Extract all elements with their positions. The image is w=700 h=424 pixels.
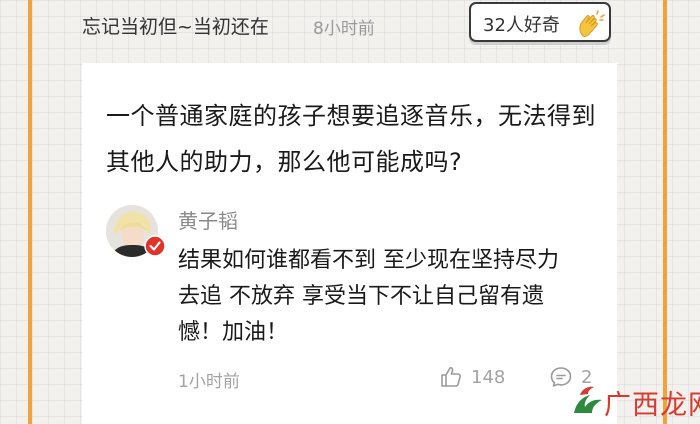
site-watermark: 广西龙网 [570,381,700,421]
curious-count-label: 32人好奇 [483,15,560,36]
frame-right-border [663,0,667,424]
question-text[interactable]: 一个普通家庭的孩子想要追逐音乐，无法得到其他人的助力，那么他可能成吗? [106,93,606,185]
answer-text: 结果如何谁都看不到 至少现在坚持尽力去追 不放弃 享受当下不让自己留有遗憾！加油… [178,248,559,345]
dragon-logo-icon [574,386,602,413]
clapping-hands-icon [579,10,605,37]
like-count: 148 [471,367,506,388]
thumbs-up-icon[interactable] [439,365,463,389]
question-timestamp: 8小时前 [313,19,375,39]
question-author-name[interactable]: 忘记当初但~当初还在 [82,12,269,39]
question-card: 一个普通家庭的孩子想要追逐音乐，无法得到其他人的助力，那么他可能成吗? 黄子韬 … [82,63,617,424]
answer-timestamp: 1小时前 [178,372,240,392]
answer-author-name[interactable]: 黄子韬 [178,205,238,234]
frame-left-border [28,0,32,424]
curious-button[interactable]: 32人好奇 [469,2,611,42]
verified-badge-icon [144,235,166,257]
watermark-text: 广西龙网 [604,390,700,421]
